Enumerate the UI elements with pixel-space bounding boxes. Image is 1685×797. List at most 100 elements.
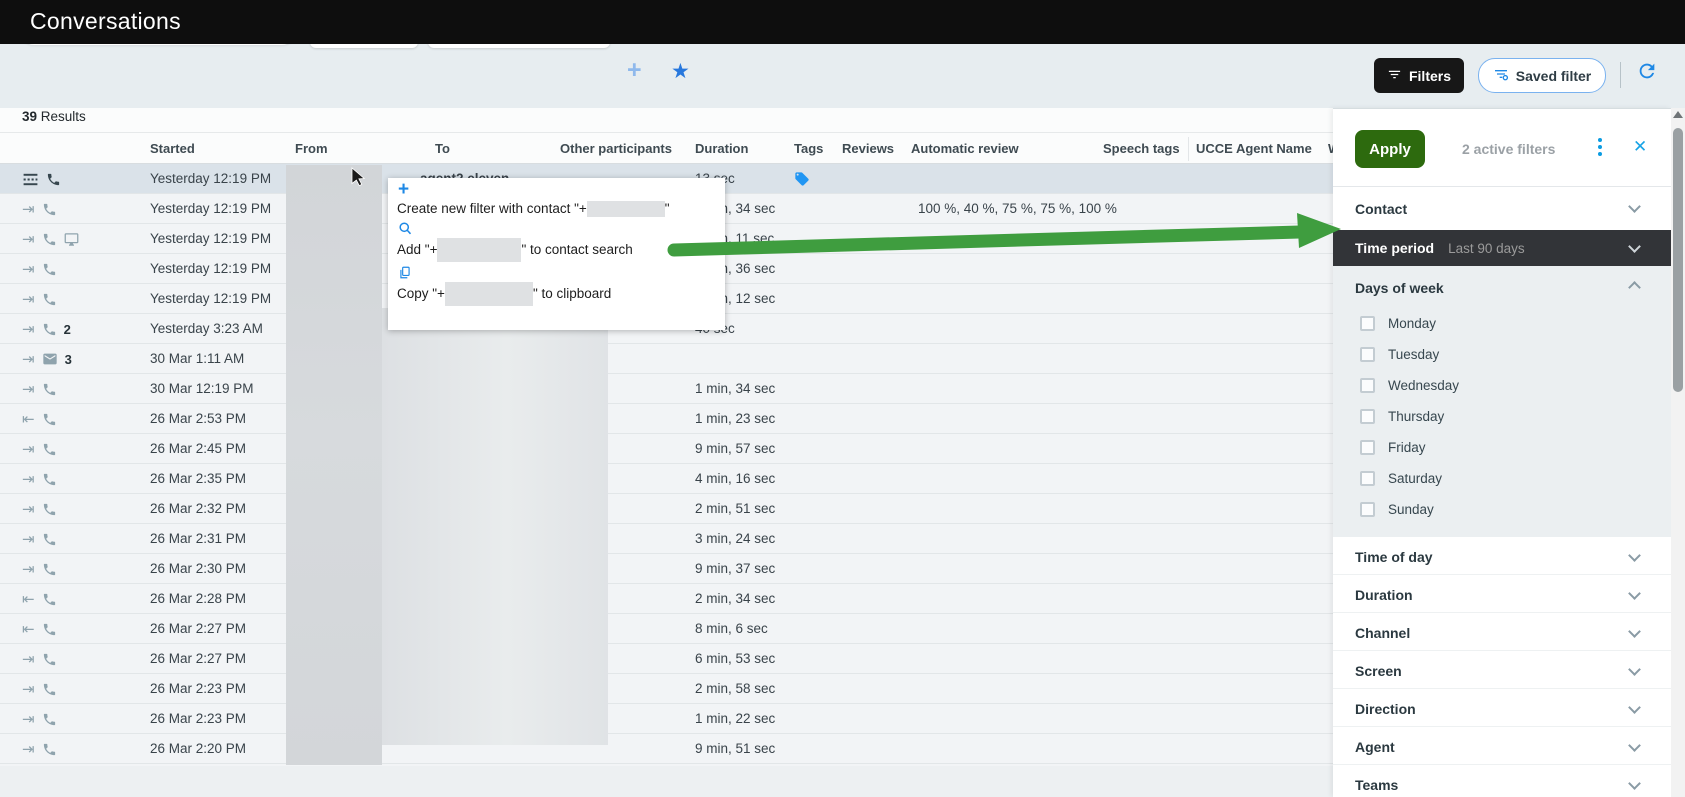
chevron-down-icon — [1628, 739, 1641, 752]
table-row[interactable]: ⇥330 Mar 1:11 AM — [0, 344, 1333, 374]
scrollbar-thumb[interactable] — [1673, 128, 1683, 392]
inbound-call-icon: ⇥ — [22, 682, 35, 697]
checkbox[interactable] — [1360, 378, 1375, 393]
column-header[interactable]: Started — [150, 141, 195, 156]
filter-section-duration[interactable]: Duration — [1333, 575, 1671, 613]
checkbox[interactable] — [1360, 409, 1375, 424]
saved-filter-button[interactable]: Saved filter — [1478, 58, 1606, 93]
refresh-icon[interactable] — [1636, 60, 1658, 87]
favorite-star-icon[interactable]: ★ — [671, 59, 690, 84]
checkbox[interactable] — [1360, 347, 1375, 362]
phone-icon — [42, 652, 57, 667]
table-row[interactable]: ⇤26 Mar 2:28 PM2 min, 34 sec — [0, 584, 1333, 614]
panel-scrollbar[interactable] — [1671, 108, 1685, 797]
column-header[interactable]: Speech tags — [1103, 141, 1180, 156]
row-icons — [22, 164, 61, 194]
row-icons: ⇤ — [22, 404, 57, 434]
filter-section-time-period[interactable]: Time periodLast 90 days — [1333, 230, 1671, 266]
days-of-week-header[interactable]: Days of week — [1333, 266, 1671, 308]
row-icons: ⇥ — [22, 704, 57, 734]
phone-icon — [42, 592, 57, 607]
app-header: Conversations — [0, 0, 1685, 44]
table-row[interactable]: ⇥ 30 Mar 12:19 PM 1 min, 34 sec — [0, 374, 1333, 404]
day-option-monday[interactable]: Monday — [1333, 308, 1671, 339]
duration-cell: 1 min, 34 sec — [695, 381, 775, 396]
context-menu-item[interactable]: Add "+" to contact search — [397, 221, 725, 262]
table-row[interactable]: ⇥26 Mar 2:35 PM4 min, 16 sec — [0, 464, 1333, 494]
column-header[interactable]: UCCE Agent Name — [1196, 141, 1312, 156]
started-cell: 30 Mar 1:11 AM — [150, 351, 244, 366]
day-option-friday[interactable]: Friday — [1333, 432, 1671, 463]
contact-context-menu: + Create new filter with contact "+" Add… — [388, 178, 725, 330]
checkbox[interactable] — [1360, 440, 1375, 455]
apply-button[interactable]: Apply — [1355, 130, 1425, 168]
filters-button[interactable]: Filters — [1374, 58, 1464, 93]
day-option-wednesday[interactable]: Wednesday — [1333, 370, 1671, 401]
filter-section-contact[interactable]: Contact — [1333, 187, 1671, 230]
add-filter-icon[interactable]: + — [627, 56, 642, 85]
table-header: Started From To Other participants Duration T… — [0, 133, 1333, 164]
active-filters-label: 2 active filters — [1462, 141, 1555, 157]
phone-icon — [42, 472, 57, 487]
filter-section-teams[interactable]: Teams — [1333, 765, 1671, 797]
filter-section-direction[interactable]: Direction — [1333, 689, 1671, 727]
table-row[interactable]: ⇥26 Mar 2:32 PM2 min, 51 sec — [0, 494, 1333, 524]
context-menu-item[interactable]: Copy "+" to clipboard — [397, 265, 725, 306]
table-row[interactable]: ⇥26 Mar 2:45 PM9 min, 57 sec — [0, 434, 1333, 464]
day-option-saturday[interactable]: Saturday — [1333, 463, 1671, 494]
phone-icon — [42, 562, 57, 577]
tag-icon — [794, 171, 810, 190]
column-header[interactable]: From — [295, 141, 328, 156]
panel-menu-icon[interactable] — [1598, 138, 1602, 156]
filter-section-screen[interactable]: Screen — [1333, 651, 1671, 689]
filter-section-days-of-week: Days of week MondayTuesdayWednesdayThurs… — [1333, 266, 1671, 537]
checkbox[interactable] — [1360, 471, 1375, 486]
scrollbar-up-arrow[interactable] — [1673, 111, 1683, 118]
started-cell: 26 Mar 2:31 PM — [150, 531, 246, 546]
row-icons: ⇥ — [22, 554, 57, 584]
checkbox[interactable] — [1360, 316, 1375, 331]
phone-icon — [42, 292, 57, 307]
phone-icon — [42, 532, 57, 547]
filter-section-channel[interactable]: Channel — [1333, 613, 1671, 651]
table-row[interactable]: ⇥26 Mar 2:23 PM2 min, 58 sec — [0, 674, 1333, 704]
results-label: Results — [41, 109, 86, 124]
row-icons: ⇤ — [22, 614, 57, 644]
phone-icon — [42, 682, 57, 697]
table-row[interactable]: ⇥26 Mar 2:31 PM3 min, 24 sec — [0, 524, 1333, 554]
row-icons: ⇥ — [22, 494, 57, 524]
table-row[interactable]: ⇤26 Mar 2:53 PM1 min, 23 sec — [0, 404, 1333, 434]
inbound-call-icon: ⇥ — [22, 382, 35, 397]
panel-close-icon[interactable]: ✕ — [1633, 137, 1647, 157]
started-cell: 26 Mar 2:23 PM — [150, 681, 246, 696]
day-option-thursday[interactable]: Thursday — [1333, 401, 1671, 432]
column-header[interactable]: Tags — [794, 141, 823, 156]
duration-cell: 4 min, 16 sec — [695, 471, 775, 486]
filter-section-agent[interactable]: Agent — [1333, 727, 1671, 765]
filter-icon — [1387, 67, 1402, 85]
context-menu-item[interactable]: + Create new filter with contact "+" — [397, 183, 725, 218]
filter-section-time-of-day[interactable]: Time of day — [1333, 537, 1671, 575]
outbound-call-icon: ⇤ — [22, 412, 35, 427]
inbound-call-icon: ⇥ — [22, 652, 35, 667]
chevron-down-icon — [1628, 549, 1641, 562]
table-row[interactable]: ⇥26 Mar 2:23 PM1 min, 22 sec — [0, 704, 1333, 734]
day-option-tuesday[interactable]: Tuesday — [1333, 339, 1671, 370]
table-row[interactable]: ⇥26 Mar 2:30 PM9 min, 37 sec — [0, 554, 1333, 584]
column-header[interactable]: To — [435, 141, 450, 156]
column-header[interactable]: Reviews — [842, 141, 894, 156]
table-row[interactable]: ⇥26 Mar 2:27 PM6 min, 53 sec — [0, 644, 1333, 674]
checkbox[interactable] — [1360, 502, 1375, 517]
outbound-call-icon: ⇤ — [22, 592, 35, 607]
row-icons: ⇥ — [22, 224, 79, 254]
day-option-sunday[interactable]: Sunday — [1333, 494, 1671, 525]
phone-icon — [42, 262, 57, 277]
column-header[interactable]: Other participants — [560, 141, 672, 156]
column-header[interactable]: Duration — [695, 141, 748, 156]
column-header[interactable]: Automatic review — [911, 141, 1019, 156]
table-row[interactable]: ⇤26 Mar 2:27 PM8 min, 6 sec — [0, 614, 1333, 644]
duration-cell: 8 min, 6 sec — [695, 621, 768, 636]
started-cell: 30 Mar 12:19 PM — [150, 381, 254, 396]
table-row[interactable]: ⇥26 Mar 2:20 PM9 min, 51 sec — [0, 734, 1333, 764]
redacted-from-column — [286, 165, 382, 765]
